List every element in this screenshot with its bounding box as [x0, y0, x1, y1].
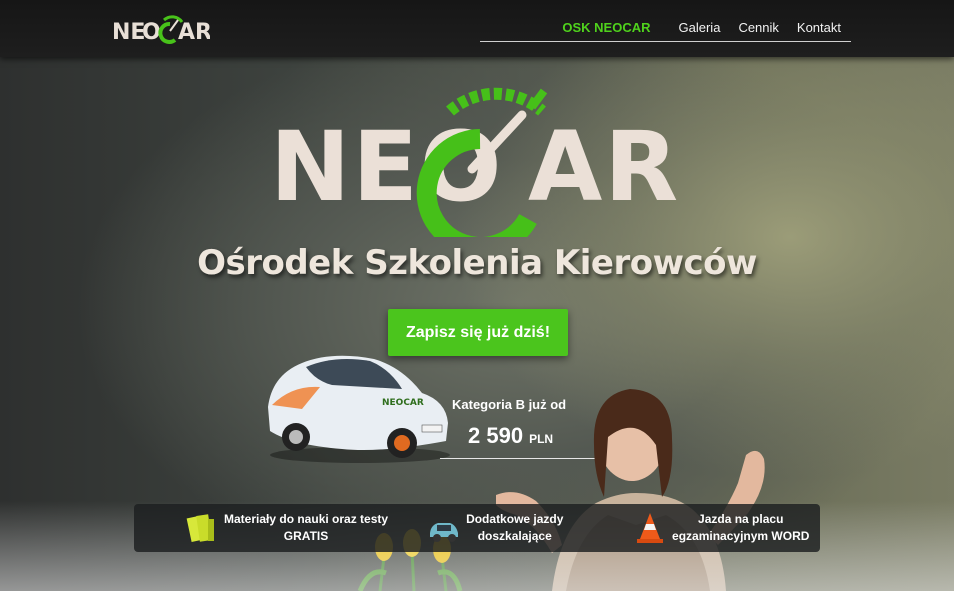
main-menu: OSK NEOCAR Galeria Cennik Kontakt	[553, 20, 850, 35]
menu-item-kontakt[interactable]: Kontakt	[788, 20, 850, 35]
menu-divider	[480, 41, 851, 42]
feature-1-line1: Materiały do nauki oraz testy	[224, 512, 389, 526]
svg-text:NE: NE	[112, 20, 145, 45]
training-car-image: NEOCAR	[268, 355, 450, 463]
feature-3-line2: egzaminacyjnym WORD	[672, 529, 810, 543]
feature-2-line1: Dodatkowe jazdy	[466, 512, 564, 526]
feature-3-line1: Jazda na placu	[698, 512, 784, 526]
books-icon	[186, 514, 214, 542]
instructor-photo	[496, 389, 765, 591]
hero-section: NEO AR Ośrodek Szkolenia Kierowców Zapis…	[0, 57, 954, 591]
menu-item-cennik[interactable]: Cennik	[729, 20, 787, 35]
feature-study-materials: Materiały do nauki oraz testy GRATIS	[134, 504, 388, 552]
svg-text:O: O	[142, 20, 161, 45]
hero-subtitle: Ośrodek Szkolenia Kierowców	[197, 243, 757, 283]
feature-exam-yard: Jazda na placu egzaminacyjnym WORD	[604, 504, 820, 552]
menu-item-osk-neocar[interactable]: OSK NEOCAR	[553, 20, 659, 35]
svg-text:AR: AR	[178, 20, 210, 45]
feature-extra-lessons: Dodatkowe jazdy doszkalające	[388, 504, 604, 552]
traffic-cone-icon	[637, 513, 664, 543]
menu-item-galeria[interactable]: Galeria	[670, 20, 730, 35]
feature-2-line2: doszkalające	[477, 529, 552, 543]
hero-logo-right: AR	[528, 111, 680, 223]
neocar-hero-logo: NEO AR	[270, 87, 680, 237]
top-navbar: NE O AR OSK NEOCAR Galeria Cennik Kontak…	[0, 0, 954, 57]
svg-text:NEOCAR: NEOCAR	[382, 398, 424, 408]
features-bar: Materiały do nauki oraz testy GRATIS Dod…	[134, 504, 820, 552]
car-icon	[430, 523, 459, 542]
neocar-logo-icon: NE O AR	[112, 15, 210, 45]
site-logo[interactable]: NE O AR	[112, 14, 210, 46]
feature-1-line2: GRATIS	[283, 529, 329, 543]
